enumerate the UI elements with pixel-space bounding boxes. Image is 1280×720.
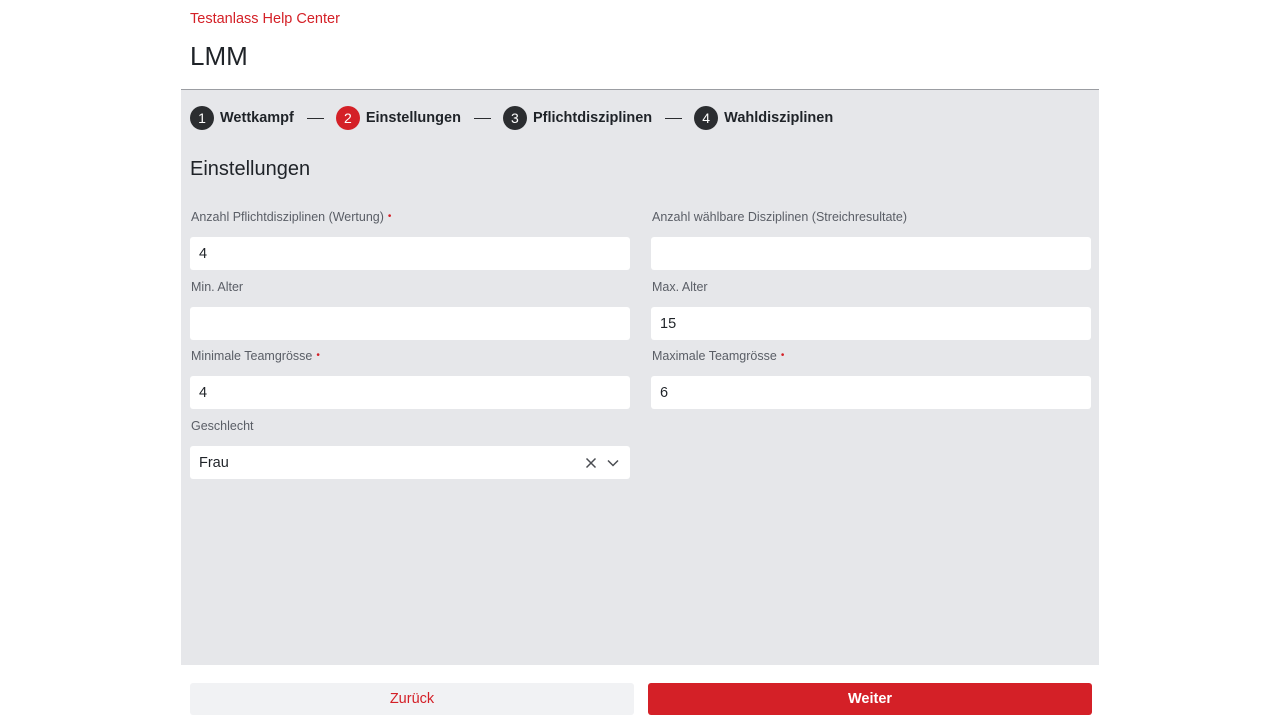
next-button[interactable]: Weiter <box>648 683 1092 715</box>
step-separator <box>306 117 324 119</box>
step-label: Pflichtdisziplinen <box>532 110 653 126</box>
page-title: LMM <box>190 41 248 71</box>
breadcrumb-link[interactable]: Testanlass Help Center <box>190 11 340 27</box>
section-title: Einstellungen <box>190 158 311 180</box>
min-team-input[interactable] <box>190 376 630 409</box>
field-label: Geschlecht <box>191 419 254 433</box>
field-label: Anzahl Pflichtdisziplinen (Wertung) • <box>191 210 392 224</box>
back-button[interactable]: Zurück <box>190 683 634 715</box>
required-marker: • <box>780 350 785 361</box>
step-label: Einstellungen <box>365 110 461 126</box>
field-label: Anzahl wählbare Disziplinen (Streichresu… <box>652 210 907 224</box>
step-wettkampf[interactable]: 1 Wettkampf <box>190 106 294 130</box>
wahl-count-input[interactable] <box>651 237 1091 270</box>
step-wahldisziplinen[interactable]: 4 Wahldisziplinen <box>694 106 833 130</box>
field-max-team: Maximale Teamgrösse • <box>651 348 1091 409</box>
wizard-panel: 1 Wettkampf 2 Einstellungen 3 Pflichtdis… <box>181 89 1099 665</box>
field-label: Max. Alter <box>652 280 708 294</box>
chevron-down-icon[interactable] <box>605 455 621 471</box>
field-max-age: Max. Alter <box>651 279 1091 340</box>
field-wahl-count: Anzahl wählbare Disziplinen (Streichresu… <box>651 209 1091 270</box>
step-separator <box>665 117 683 119</box>
step-number: 4 <box>694 106 719 130</box>
field-gender: Geschlecht Frau <box>190 418 630 479</box>
field-label: Maximale Teamgrösse • <box>652 349 785 363</box>
required-marker: • <box>387 211 392 222</box>
gender-select-value: Frau <box>199 454 229 471</box>
step-einstellungen[interactable]: 2 Einstellungen <box>335 106 461 130</box>
max-team-input[interactable] <box>651 376 1091 409</box>
step-pflichtdisziplinen[interactable]: 3 Pflichtdisziplinen <box>502 106 653 130</box>
field-min-age: Min. Alter <box>190 279 630 340</box>
max-age-input[interactable] <box>651 307 1091 340</box>
step-label: Wahldisziplinen <box>724 110 834 126</box>
close-icon[interactable] <box>583 455 599 471</box>
min-age-input[interactable] <box>190 307 630 340</box>
step-number: 3 <box>502 106 527 130</box>
step-number: 1 <box>190 106 214 130</box>
stepper: 1 Wettkampf 2 Einstellungen 3 Pflichtdis… <box>190 106 833 130</box>
field-pflicht-count: Anzahl Pflichtdisziplinen (Wertung) • <box>190 209 630 270</box>
field-label: Min. Alter <box>191 280 244 294</box>
field-label: Minimale Teamgrösse • <box>191 349 320 363</box>
field-min-team: Minimale Teamgrösse • <box>190 348 630 409</box>
gender-select[interactable]: Frau <box>190 446 630 479</box>
pflicht-count-input[interactable] <box>190 237 630 270</box>
step-separator <box>473 117 491 119</box>
required-marker: • <box>316 350 320 361</box>
step-number: 2 <box>335 106 360 130</box>
step-label: Wettkampf <box>220 110 294 126</box>
